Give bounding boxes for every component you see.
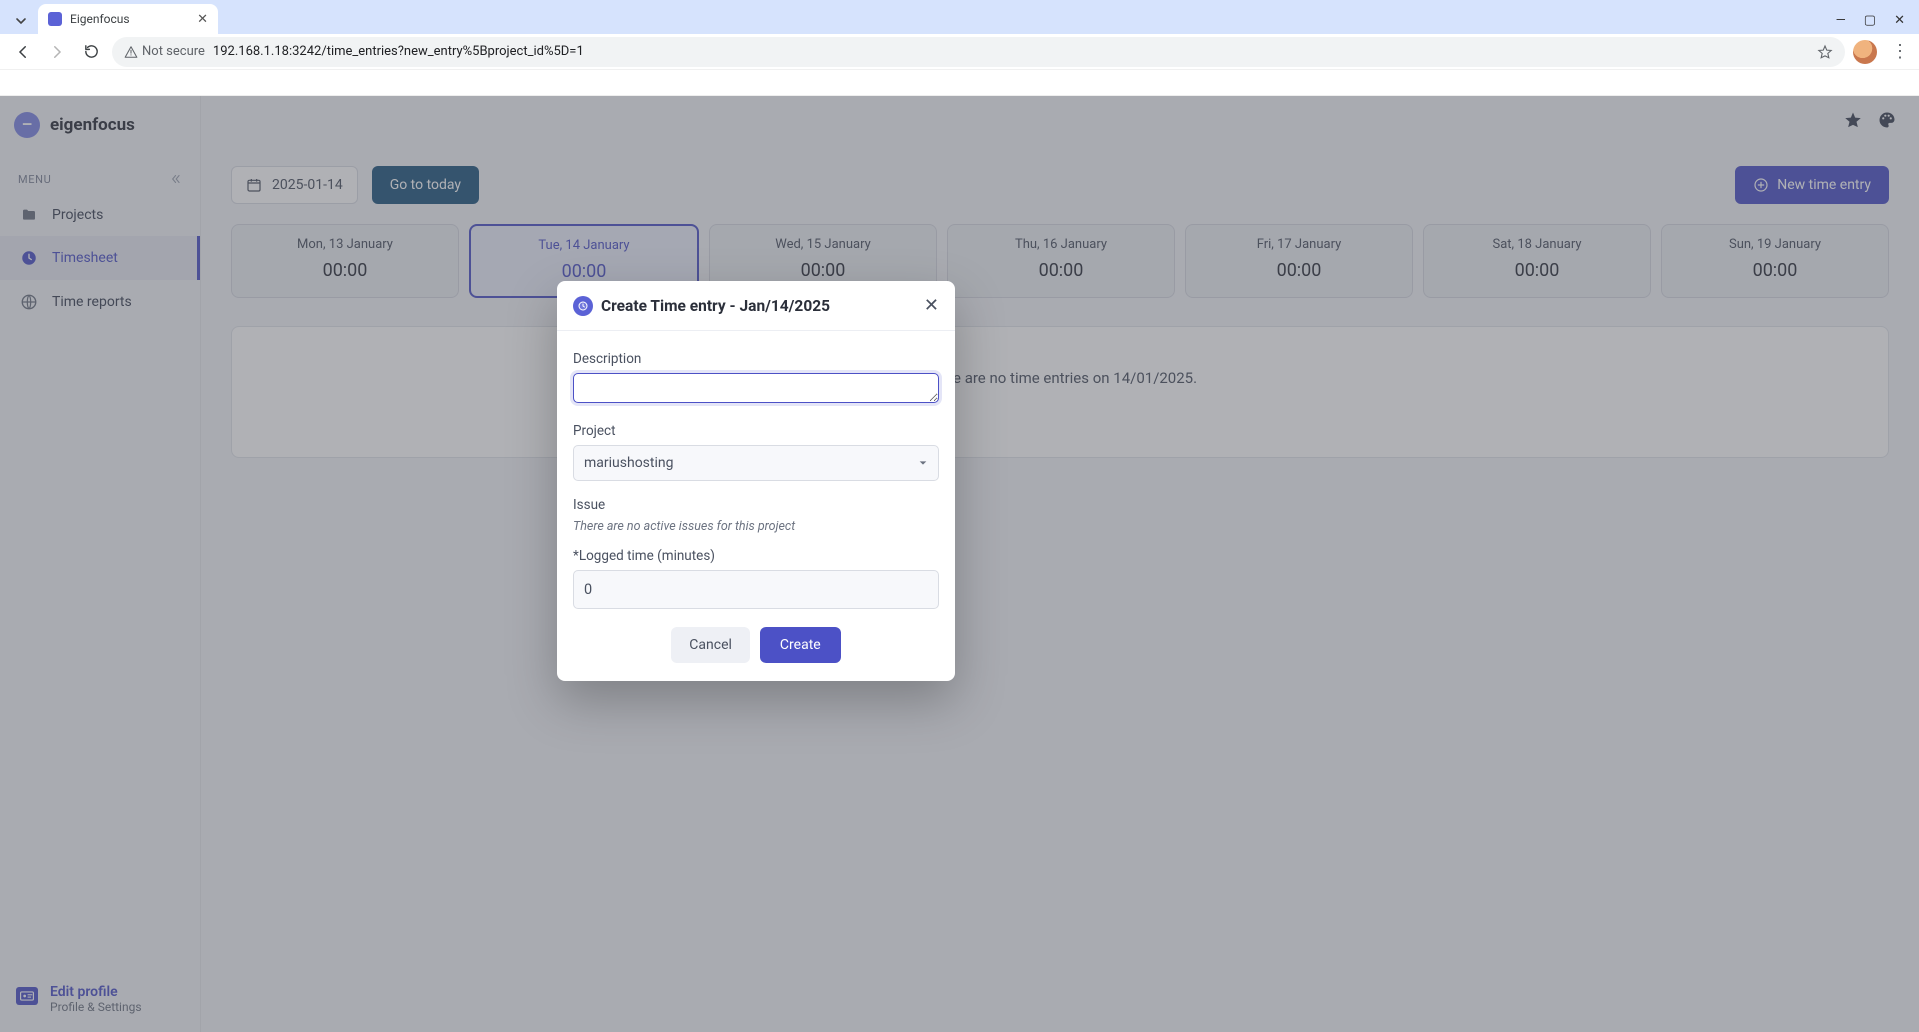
logged-time-input[interactable]	[573, 570, 939, 609]
create-time-entry-modal: Create Time entry - Jan/14/2025 ✕ Descri…	[557, 281, 955, 681]
kebab-menu-icon[interactable]: ⋮	[1891, 41, 1909, 62]
url-text: 192.168.1.18:3242/time_entries?new_entry…	[213, 44, 584, 59]
issue-empty-text: There are no active issues for this proj…	[573, 519, 939, 534]
window-maximize-icon[interactable]: ▢	[1864, 13, 1876, 28]
browser-tabstrip: Eigenfocus ✕ — ▢ ✕	[0, 0, 1919, 34]
warning-icon	[124, 45, 138, 59]
project-selected-value: mariushosting	[584, 455, 673, 471]
window-controls: — ▢ ✕	[1836, 13, 1919, 34]
profile-avatar-icon[interactable]	[1853, 40, 1877, 64]
logged-time-label: *Logged time (minutes)	[573, 548, 939, 564]
address-bar[interactable]: Not secure 192.168.1.18:3242/time_entrie…	[112, 37, 1845, 67]
issue-label: Issue	[573, 497, 939, 513]
nav-reload-icon[interactable]	[78, 39, 104, 65]
description-label: Description	[573, 351, 939, 367]
security-label: Not secure	[142, 44, 205, 59]
clock-icon	[573, 296, 593, 316]
tab-title: Eigenfocus	[70, 12, 130, 26]
browser-tab[interactable]: Eigenfocus ✕	[38, 4, 218, 34]
window-close-icon[interactable]: ✕	[1894, 13, 1905, 28]
nav-back-icon[interactable]	[10, 39, 36, 65]
tab-dropdown[interactable]	[4, 8, 38, 34]
create-button[interactable]: Create	[760, 627, 841, 663]
project-select[interactable]: mariushosting	[573, 445, 939, 481]
tab-favicon	[48, 12, 62, 26]
bookmark-star-icon[interactable]	[1817, 44, 1833, 60]
window-minimize-icon[interactable]: —	[1836, 13, 1846, 28]
modal-backdrop[interactable]	[0, 96, 1919, 1032]
description-input[interactable]	[573, 373, 939, 403]
security-chip[interactable]: Not secure	[124, 44, 205, 59]
cancel-button[interactable]: Cancel	[671, 627, 750, 663]
chevron-down-icon	[918, 458, 928, 468]
modal-title: Create Time entry - Jan/14/2025	[601, 297, 830, 315]
modal-close-icon[interactable]: ✕	[924, 295, 939, 316]
project-label: Project	[573, 423, 939, 439]
browser-toolbar: Not secure 192.168.1.18:3242/time_entrie…	[0, 34, 1919, 70]
tab-close-icon[interactable]: ✕	[197, 12, 208, 27]
nav-forward-icon[interactable]	[44, 39, 70, 65]
